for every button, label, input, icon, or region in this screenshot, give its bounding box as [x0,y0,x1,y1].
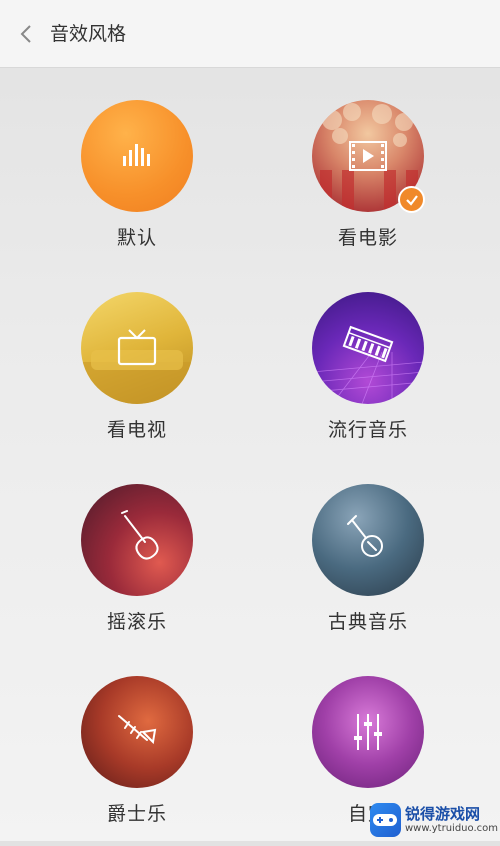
watermark: 锐得游戏网 www.ytruiduo.com [370,800,498,840]
tv-thumbnail [81,292,193,404]
style-default[interactable]: 默认 [57,100,217,270]
rock-thumbnail [81,484,193,596]
selected-badge [398,186,425,213]
chevron-left-icon [20,25,31,43]
trumpet-icon [118,715,157,745]
equalizer-bars-icon [123,144,150,166]
default-thumbnail [81,100,193,212]
style-classical[interactable]: 古典音乐 [288,484,448,654]
watermark-title: 锐得游戏网 [404,805,480,823]
banjo-icon [347,515,383,557]
tv-icon [117,329,157,366]
style-pop[interactable]: 流行音乐 [288,292,448,462]
app-header: 音效风格 [0,0,500,68]
style-label: 看电视 [106,419,167,441]
style-rock[interactable]: 摇滚乐 [57,484,217,654]
style-label: 爵士乐 [106,803,167,825]
style-label: 古典音乐 [327,611,408,633]
back-button[interactable] [16,22,36,46]
electric-guitar-icon [121,510,159,560]
style-label: 默认 [116,227,157,249]
custom-thumbnail [312,676,424,788]
keyboard-icon [342,325,394,363]
style-tv[interactable]: 看电视 [57,292,217,462]
pop-thumbnail [312,292,424,404]
style-jazz[interactable]: 爵士乐 [57,676,217,846]
style-label: 看电影 [337,227,398,249]
gamepad-icon [370,803,401,837]
style-label: 摇滚乐 [106,611,167,633]
style-movie[interactable]: 看电影 [288,100,448,270]
checkmark-icon [405,194,418,206]
page-title: 音效风格 [50,23,127,45]
watermark-url: www.ytruiduo.com [404,823,498,834]
classical-thumbnail [312,484,424,596]
style-label: 流行音乐 [327,419,408,441]
mixer-sliders-icon [354,714,382,750]
jazz-thumbnail [81,676,193,788]
